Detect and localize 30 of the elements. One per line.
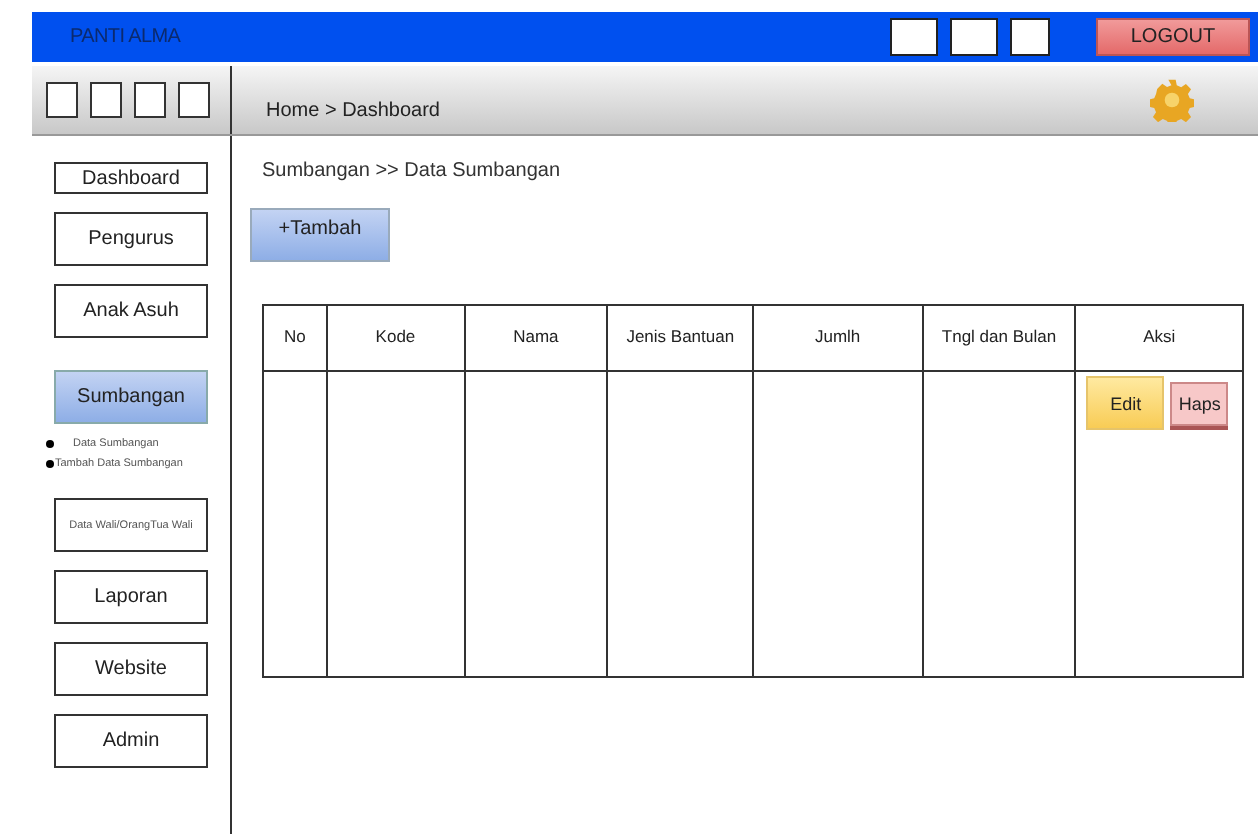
placeholder-icon[interactable] (134, 82, 166, 118)
page-path: Sumbangan >> Data Sumbangan (262, 160, 560, 182)
delete-button[interactable]: Haps (1170, 382, 1229, 426)
placeholder-icon[interactable] (178, 82, 210, 118)
app-title: PANTI ALMA (70, 26, 183, 48)
column-header: No (264, 306, 328, 370)
bullet-icon (45, 460, 53, 468)
bullet-icon (45, 440, 53, 448)
column-header: Tngl dan Bulan (923, 306, 1077, 370)
add-button[interactable]: +Tambah (250, 208, 390, 262)
column-header: Kode (327, 306, 466, 370)
placeholder-icon[interactable] (890, 18, 938, 56)
placeholder-icon[interactable] (46, 82, 78, 118)
sidebar-item[interactable]: Pengurus (54, 212, 208, 266)
sidebar-item[interactable]: Sumbangan (54, 370, 208, 424)
logout-button[interactable]: LOGOUT (1096, 18, 1250, 56)
sidebar-item[interactable]: Laporan (54, 570, 208, 624)
column-header: Nama (465, 306, 609, 370)
breadcrumb: Home > Dashboard (266, 99, 442, 121)
sidebar-item[interactable]: Website (54, 642, 208, 696)
column-header: Jenis Bantuan (608, 306, 754, 370)
placeholder-icon[interactable] (90, 82, 122, 118)
sidebar-item[interactable]: Anak Asuh (54, 284, 208, 338)
sidebar-item[interactable]: Dashboard (54, 162, 208, 194)
column-header: Jumlh (754, 306, 924, 370)
placeholder-icon[interactable] (950, 18, 998, 56)
column-header: Aksi (1141, 324, 1178, 351)
sidebar-item[interactable]: Admin (54, 714, 208, 768)
placeholder-icon[interactable] (1010, 18, 1050, 56)
edit-button[interactable]: Edit (1086, 376, 1165, 430)
